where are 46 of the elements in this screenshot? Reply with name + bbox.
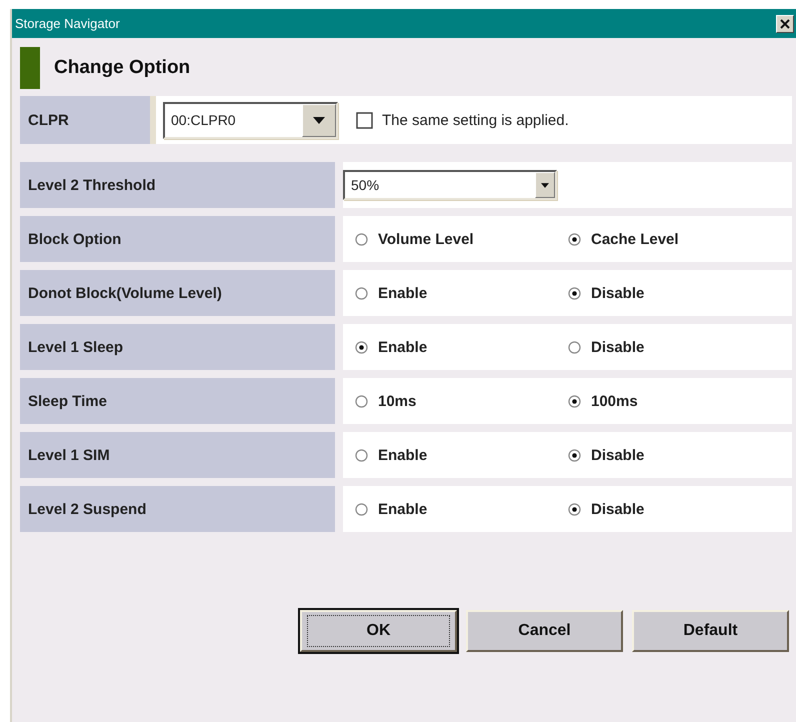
radio-button[interactable] xyxy=(355,286,368,300)
radio-option[interactable]: Volume Level xyxy=(355,230,474,248)
dialog-button[interactable]: Default xyxy=(632,610,789,652)
radio-button[interactable] xyxy=(568,286,581,300)
radio-button[interactable] xyxy=(568,340,581,354)
dialog-button[interactable]: OK xyxy=(300,610,457,652)
radio-option[interactable]: Disable xyxy=(568,446,644,464)
field-label: Block Option xyxy=(20,216,335,262)
dropdown[interactable]: 50% xyxy=(343,170,557,200)
radio-button[interactable] xyxy=(355,448,368,462)
radio-option[interactable]: Disable xyxy=(568,500,644,518)
dialog-heading: Change Option xyxy=(54,57,190,79)
radio-button[interactable] xyxy=(355,502,368,516)
field-label: Level 1 Sleep xyxy=(20,324,335,370)
radio-button[interactable] xyxy=(568,502,581,516)
dropdown[interactable]: 00:CLPR0 xyxy=(163,102,338,138)
radio-option[interactable]: Disable xyxy=(568,338,644,356)
radio-button[interactable] xyxy=(568,394,581,408)
radio-option[interactable]: 10ms xyxy=(355,392,416,410)
radio-option[interactable]: Enable xyxy=(355,446,428,464)
radio-option[interactable]: Enable xyxy=(355,500,428,518)
radio-button[interactable] xyxy=(568,232,581,246)
checkbox-option[interactable]: The same setting is applied. xyxy=(356,112,569,128)
field-label: Level 2 Threshold xyxy=(20,162,335,208)
radio-option[interactable]: 100ms xyxy=(568,392,638,410)
close-icon xyxy=(780,18,790,28)
field-label: CLPR xyxy=(20,96,156,144)
radio-button[interactable] xyxy=(355,394,368,408)
radio-option[interactable]: Enable xyxy=(355,338,428,356)
checkbox[interactable] xyxy=(356,112,373,128)
field-label: Donot Block(Volume Level) xyxy=(20,270,335,316)
dialog-button[interactable]: Cancel xyxy=(466,610,623,652)
close-button[interactable] xyxy=(776,14,794,32)
radio-option[interactable]: Disable xyxy=(568,284,644,302)
field-label: Level 1 SIM xyxy=(20,432,335,478)
radio-option[interactable]: Enable xyxy=(355,284,428,302)
field-label: Level 2 Suspend xyxy=(20,486,335,532)
caret-icon xyxy=(541,182,549,188)
radio-button[interactable] xyxy=(568,448,581,462)
heading-marker xyxy=(20,47,40,89)
field-label: Sleep Time xyxy=(20,378,335,424)
radio-button[interactable] xyxy=(355,340,368,354)
caret-icon xyxy=(313,116,325,124)
radio-option[interactable]: Cache Level xyxy=(568,230,679,248)
radio-button[interactable] xyxy=(355,232,368,246)
window-title: Storage Navigator xyxy=(15,16,120,31)
